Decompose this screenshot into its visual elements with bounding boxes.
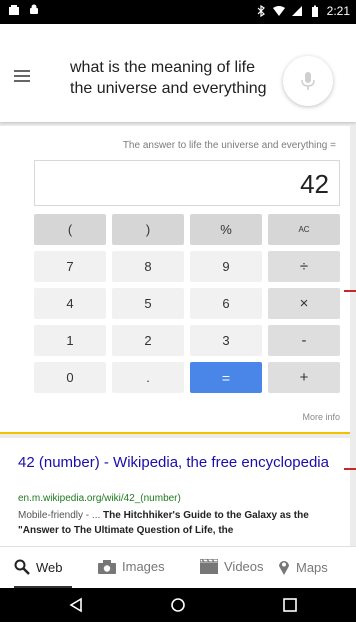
key-0[interactable]: 0 (34, 362, 106, 393)
key-divide[interactable]: ÷ (268, 251, 340, 282)
map-pin-icon (279, 561, 289, 575)
bluetooth-icon (257, 5, 265, 17)
signal-icon (291, 6, 302, 16)
key-multiply[interactable]: × (268, 288, 340, 319)
key-5[interactable]: 5 (112, 288, 184, 319)
result-snippet: Mobile-friendly - ... The Hitchhiker's G… (18, 508, 348, 538)
result-title-link[interactable]: 42 (number) - Wikipedia, the free encycl… (18, 454, 338, 472)
calculator-result: 42 (300, 169, 329, 199)
key-4[interactable]: 4 (34, 288, 106, 319)
key-1[interactable]: 1 (34, 325, 106, 356)
key-6[interactable]: 6 (190, 288, 262, 319)
key-percent[interactable]: % (190, 214, 262, 245)
key-plus[interactable]: + (268, 362, 340, 393)
key-8[interactable]: 8 (112, 251, 184, 282)
key-clear[interactable]: AC (268, 214, 340, 245)
film-icon (200, 559, 218, 574)
more-info-link[interactable]: More info (302, 412, 340, 422)
mic-button[interactable] (283, 56, 333, 106)
system-nav-bar (0, 588, 356, 622)
key-dot[interactable]: . (112, 362, 184, 393)
wifi-icon (272, 6, 285, 16)
status-time: 2:21 (326, 4, 350, 18)
key-equals[interactable]: = (190, 362, 262, 393)
tab-web-label: Web (36, 559, 63, 575)
result-snippet-prefix: Mobile-friendly - ... (18, 510, 104, 521)
key-minus[interactable]: - (268, 325, 340, 356)
search-icon (14, 559, 30, 575)
search-result: 42 (number) - Wikipedia, the free encycl… (0, 438, 350, 546)
calculator-card: The answer to life the universe and ever… (0, 126, 350, 434)
key-close-paren[interactable]: ) (112, 214, 184, 245)
photo-notification-icon (9, 5, 19, 15)
tab-images-label: Images (122, 559, 165, 574)
tab-web[interactable]: Web (14, 559, 63, 575)
tab-images[interactable]: Images (98, 559, 165, 574)
search-query[interactable]: what is the meaning of life the universe… (70, 57, 270, 99)
tab-videos-label: Videos (224, 559, 264, 574)
tab-videos[interactable]: Videos (200, 559, 264, 574)
camera-icon (98, 559, 116, 574)
android-notification-icon (30, 4, 38, 14)
key-9[interactable]: 9 (190, 251, 262, 282)
back-icon[interactable] (68, 597, 84, 613)
result-url: en.m.wikipedia.org/wiki/42_(number) (18, 493, 181, 504)
calculator-expression: The answer to life the universe and ever… (122, 140, 336, 151)
hamburger-menu-icon[interactable] (14, 70, 30, 82)
tab-maps[interactable]: Maps (278, 559, 328, 575)
key-2[interactable]: 2 (112, 325, 184, 356)
key-open-paren[interactable]: ( (34, 214, 106, 245)
calculator-display: 42 (34, 160, 340, 206)
edge-marker (344, 290, 356, 292)
key-7[interactable]: 7 (34, 251, 106, 282)
key-3[interactable]: 3 (190, 325, 262, 356)
search-header: what is the meaning of life the universe… (0, 24, 356, 122)
edge-marker (344, 468, 356, 470)
microphone-icon (301, 72, 315, 90)
search-tab-bar: Web Images Videos Maps (0, 546, 356, 589)
tab-maps-label: Maps (296, 559, 328, 575)
battery-icon (311, 5, 318, 17)
home-icon[interactable] (170, 597, 186, 613)
status-bar: 2:21 (0, 0, 356, 24)
recents-icon[interactable] (282, 597, 298, 613)
